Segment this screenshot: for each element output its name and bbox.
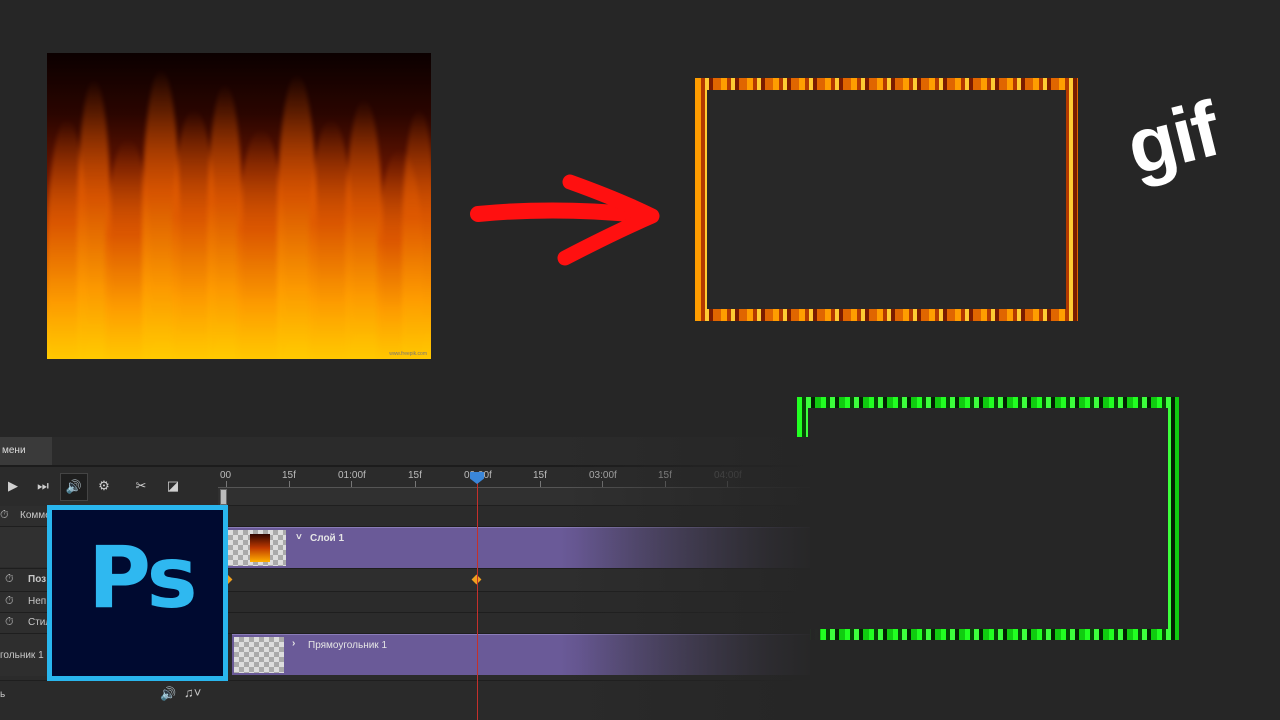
layer1-expand-icon: ˅ bbox=[296, 532, 302, 543]
work-area-start-handle[interactable] bbox=[220, 489, 227, 505]
layer2-clip-label: Прямоугольник 1 bbox=[308, 640, 388, 651]
green-frame bbox=[797, 397, 1179, 640]
ruler-label: 15f bbox=[533, 470, 547, 481]
gif-label: gif bbox=[1118, 84, 1227, 192]
ruler-label: 00 bbox=[220, 470, 232, 481]
photoshop-logo: Ps bbox=[47, 505, 228, 681]
ruler-label: 15f bbox=[282, 470, 296, 481]
fire-watermark: www.freepik.com bbox=[389, 351, 427, 357]
ruler-label: 01:00f bbox=[338, 470, 366, 481]
layer1-label: Слой 1 bbox=[310, 533, 345, 544]
ruler-label: 04:00f bbox=[714, 470, 742, 481]
stopwatch-icon[interactable]: ⏱ bbox=[5, 616, 14, 629]
red-arrow-icon bbox=[470, 174, 660, 266]
position-track[interactable] bbox=[218, 569, 810, 591]
audio-button[interactable]: 🔊 bbox=[60, 473, 88, 501]
playhead-line bbox=[477, 481, 478, 720]
layer2-expand-icon: › bbox=[292, 638, 296, 649]
layer2-thumbnail bbox=[234, 637, 284, 673]
step-forward-button[interactable]: ⏭ bbox=[30, 473, 56, 499]
audio-track-icon[interactable]: 🔊 bbox=[160, 686, 176, 702]
music-note-icon[interactable]: ♫˅ bbox=[184, 685, 201, 700]
layer2-clip[interactable]: › Прямоугольник 1 bbox=[232, 634, 810, 675]
layer1-thumbnail bbox=[228, 530, 286, 566]
ruler-label: 15f bbox=[658, 470, 672, 481]
timeline-bottom-bar: ь 🔊 ♫˅ bbox=[0, 680, 810, 720]
stopwatch-icon[interactable]: ⏱ bbox=[0, 509, 9, 522]
transition-button[interactable]: ◪ bbox=[160, 473, 186, 499]
position-label: Поз bbox=[28, 574, 47, 585]
ruler-label: 03:00f bbox=[589, 470, 617, 481]
fire-image: www.freepik.com bbox=[47, 53, 431, 359]
layer2-name: гольник 1 bbox=[0, 650, 44, 661]
work-area-bar[interactable] bbox=[218, 488, 810, 506]
opacity-label: Неп bbox=[28, 596, 47, 607]
photoshop-logo-text: Ps bbox=[88, 528, 198, 628]
ruler-label: 15f bbox=[408, 470, 422, 481]
fire-frame bbox=[695, 78, 1078, 321]
stopwatch-icon[interactable]: ⏱ bbox=[5, 595, 14, 608]
timeline-tab[interactable]: мени bbox=[0, 437, 52, 465]
stopwatch-icon[interactable]: ⏱ bbox=[5, 573, 14, 586]
bottom-left-label: ь bbox=[0, 689, 6, 700]
layer1-clip[interactable]: ˅ Слой 1 bbox=[226, 527, 810, 568]
split-clip-button[interactable]: ✂ bbox=[128, 473, 154, 499]
settings-button[interactable]: ⚙ bbox=[91, 473, 117, 499]
play-button[interactable]: ▶ bbox=[0, 473, 26, 499]
time-ruler[interactable]: 00 15f 01:00f 15f 02:00f 15f 03:00f 15f … bbox=[218, 467, 810, 488]
